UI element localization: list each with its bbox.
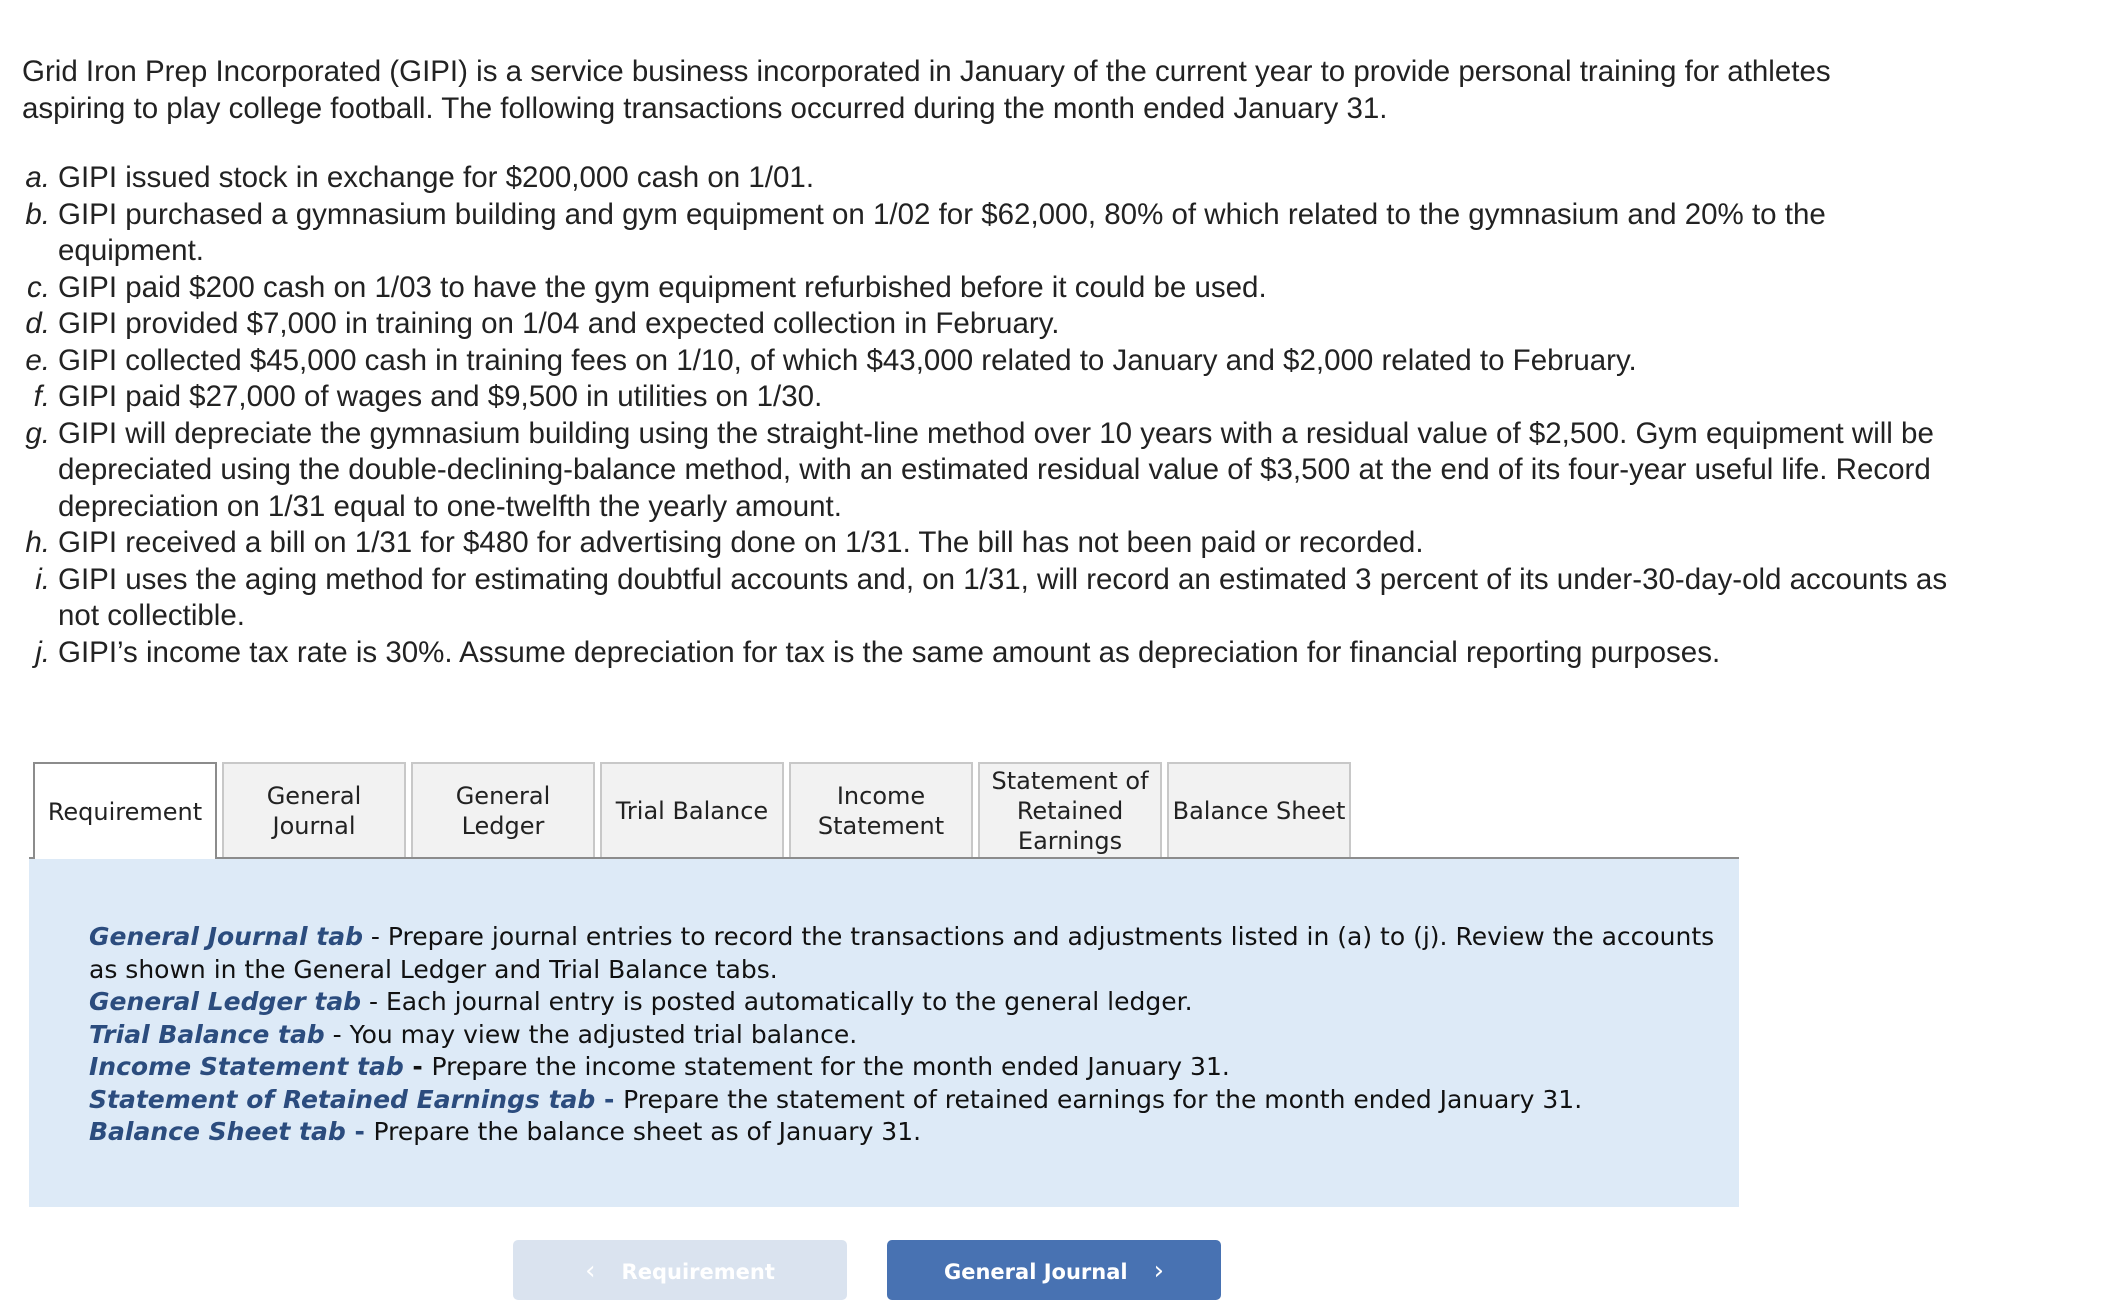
item-marker: a. bbox=[25, 161, 50, 194]
item-marker: h. bbox=[25, 526, 50, 559]
requirement-panel: General Journal tab - Prepare journal en… bbox=[29, 859, 1739, 1207]
next-button-label: General Journal bbox=[944, 1260, 1128, 1284]
instruction-line: Statement of Retained Earnings tab - Pre… bbox=[89, 1084, 1739, 1117]
item-text: GIPI paid $27,000 of wages and $9,500 in… bbox=[58, 380, 823, 413]
tab-balance-sheet[interactable]: Balance Sheet bbox=[1167, 762, 1351, 857]
instruction-line: General Ledger tab - Each journal entry … bbox=[89, 986, 1739, 1019]
instruction-text: Each journal entry is posted automatical… bbox=[386, 987, 1193, 1016]
instruction-keyword: General Ledger tab bbox=[89, 987, 362, 1016]
transaction-item: i. GIPI uses the aging method for estimat… bbox=[0, 562, 1960, 635]
transaction-item: c. GIPI paid $200 cash on 1/03 to have th… bbox=[0, 270, 1960, 307]
tab-divider bbox=[29, 857, 1739, 859]
tab-general-journal[interactable]: General Journal bbox=[222, 762, 406, 857]
next-general-journal-button[interactable]: General Journal › bbox=[887, 1240, 1221, 1300]
item-text: GIPI uses the aging method for estimatin… bbox=[58, 562, 1948, 633]
instruction-dash: - bbox=[345, 1117, 374, 1146]
transaction-item: f. GIPI paid $27,000 of wages and $9,500 … bbox=[0, 379, 1960, 416]
instruction-dash: - bbox=[595, 1084, 624, 1114]
item-marker: j. bbox=[35, 635, 50, 669]
instruction-text: You may view the adjusted trial balance. bbox=[349, 1019, 858, 1049]
instruction-text: Prepare the balance sheet as of January … bbox=[373, 1117, 922, 1146]
item-text: GIPI provided $7,000 in training on 1/04… bbox=[58, 307, 1060, 340]
item-marker: d. bbox=[25, 307, 50, 340]
instruction-text: Prepare the statement of retained earnin… bbox=[623, 1084, 1583, 1114]
item-marker: e. bbox=[25, 343, 50, 377]
item-text: GIPI paid $200 cash on 1/03 to have the … bbox=[58, 270, 1267, 304]
instruction-dash: - bbox=[362, 922, 388, 951]
transaction-list: a. GIPI issued stock in exchange for $200… bbox=[0, 160, 1960, 671]
instruction-keyword: Trial Balance tab bbox=[89, 1019, 325, 1049]
instruction-keyword: Balance Sheet tab bbox=[89, 1117, 346, 1146]
item-marker: i. bbox=[35, 562, 50, 596]
transaction-item: b. GIPI purchased a gymnasium building an… bbox=[0, 197, 1960, 270]
item-text: GIPI issued stock in exchange for $200,0… bbox=[58, 161, 815, 194]
item-text: GIPI will depreciate the gymnasium build… bbox=[58, 416, 1934, 523]
instruction-keyword: Income Statement tab bbox=[89, 1052, 404, 1081]
prev-button-label: Requirement bbox=[621, 1260, 775, 1284]
instruction-line: Income Statement tab - Prepare the incom… bbox=[89, 1051, 1739, 1084]
transaction-item: e. GIPI collected $45,000 cash in trainin… bbox=[0, 343, 1960, 380]
instruction-line: Trial Balance tab - You may view the adj… bbox=[89, 1019, 1739, 1052]
problem-intro: Grid Iron Prep Incorporated (GIPI) is a … bbox=[22, 55, 1831, 125]
transaction-item: h. GIPI received a bill on 1/31 for $480 … bbox=[0, 525, 1960, 562]
item-marker: c. bbox=[27, 270, 50, 304]
instruction-line: Balance Sheet tab - Prepare the balance … bbox=[89, 1116, 1739, 1149]
instruction-text: Prepare the income statement for the mon… bbox=[431, 1052, 1230, 1081]
tab-general-ledger[interactable]: General Ledger bbox=[411, 762, 595, 857]
chevron-right-icon: › bbox=[1153, 1256, 1164, 1286]
item-marker: b. bbox=[25, 197, 50, 231]
transaction-item: a. GIPI issued stock in exchange for $200… bbox=[0, 160, 1960, 197]
tab-statement-of-retained-earnings[interactable]: Statement of Retained Earnings bbox=[978, 762, 1162, 857]
instruction-dash: - bbox=[403, 1052, 432, 1081]
instruction-keyword: Statement of Retained Earnings tab bbox=[89, 1084, 596, 1114]
transaction-item: d. GIPI provided $7,000 in training on 1/… bbox=[0, 306, 1960, 343]
instruction-line: General Journal tab - Prepare journal en… bbox=[89, 921, 1739, 986]
tab-requirement[interactable]: Requirement bbox=[33, 762, 217, 859]
tab-income-statement[interactable]: Income Statement bbox=[789, 762, 973, 857]
prev-requirement-button[interactable]: ‹ Requirement bbox=[513, 1240, 847, 1300]
transaction-item: g. GIPI will depreciate the gymnasium bui… bbox=[0, 416, 1960, 526]
item-text: GIPI’s income tax rate is 30%. Assume de… bbox=[58, 635, 1721, 669]
item-text: GIPI collected $45,000 cash in training … bbox=[58, 343, 1637, 377]
item-marker: f. bbox=[33, 380, 50, 413]
chevron-left-icon: ‹ bbox=[585, 1256, 596, 1286]
instruction-dash: - bbox=[324, 1019, 350, 1049]
tab-trial-balance[interactable]: Trial Balance bbox=[600, 762, 784, 857]
item-marker: g. bbox=[25, 416, 50, 450]
instruction-dash: - bbox=[361, 987, 387, 1016]
item-text: GIPI purchased a gymnasium building and … bbox=[58, 197, 1826, 268]
tab-bar: Requirement General Journal General Ledg… bbox=[33, 762, 1351, 859]
transaction-item: j. GIPI’s income tax rate is 30%. Assume … bbox=[0, 635, 1960, 672]
instruction-keyword: General Journal tab bbox=[89, 922, 363, 951]
item-text: GIPI received a bill on 1/31 for $480 fo… bbox=[58, 526, 1424, 559]
